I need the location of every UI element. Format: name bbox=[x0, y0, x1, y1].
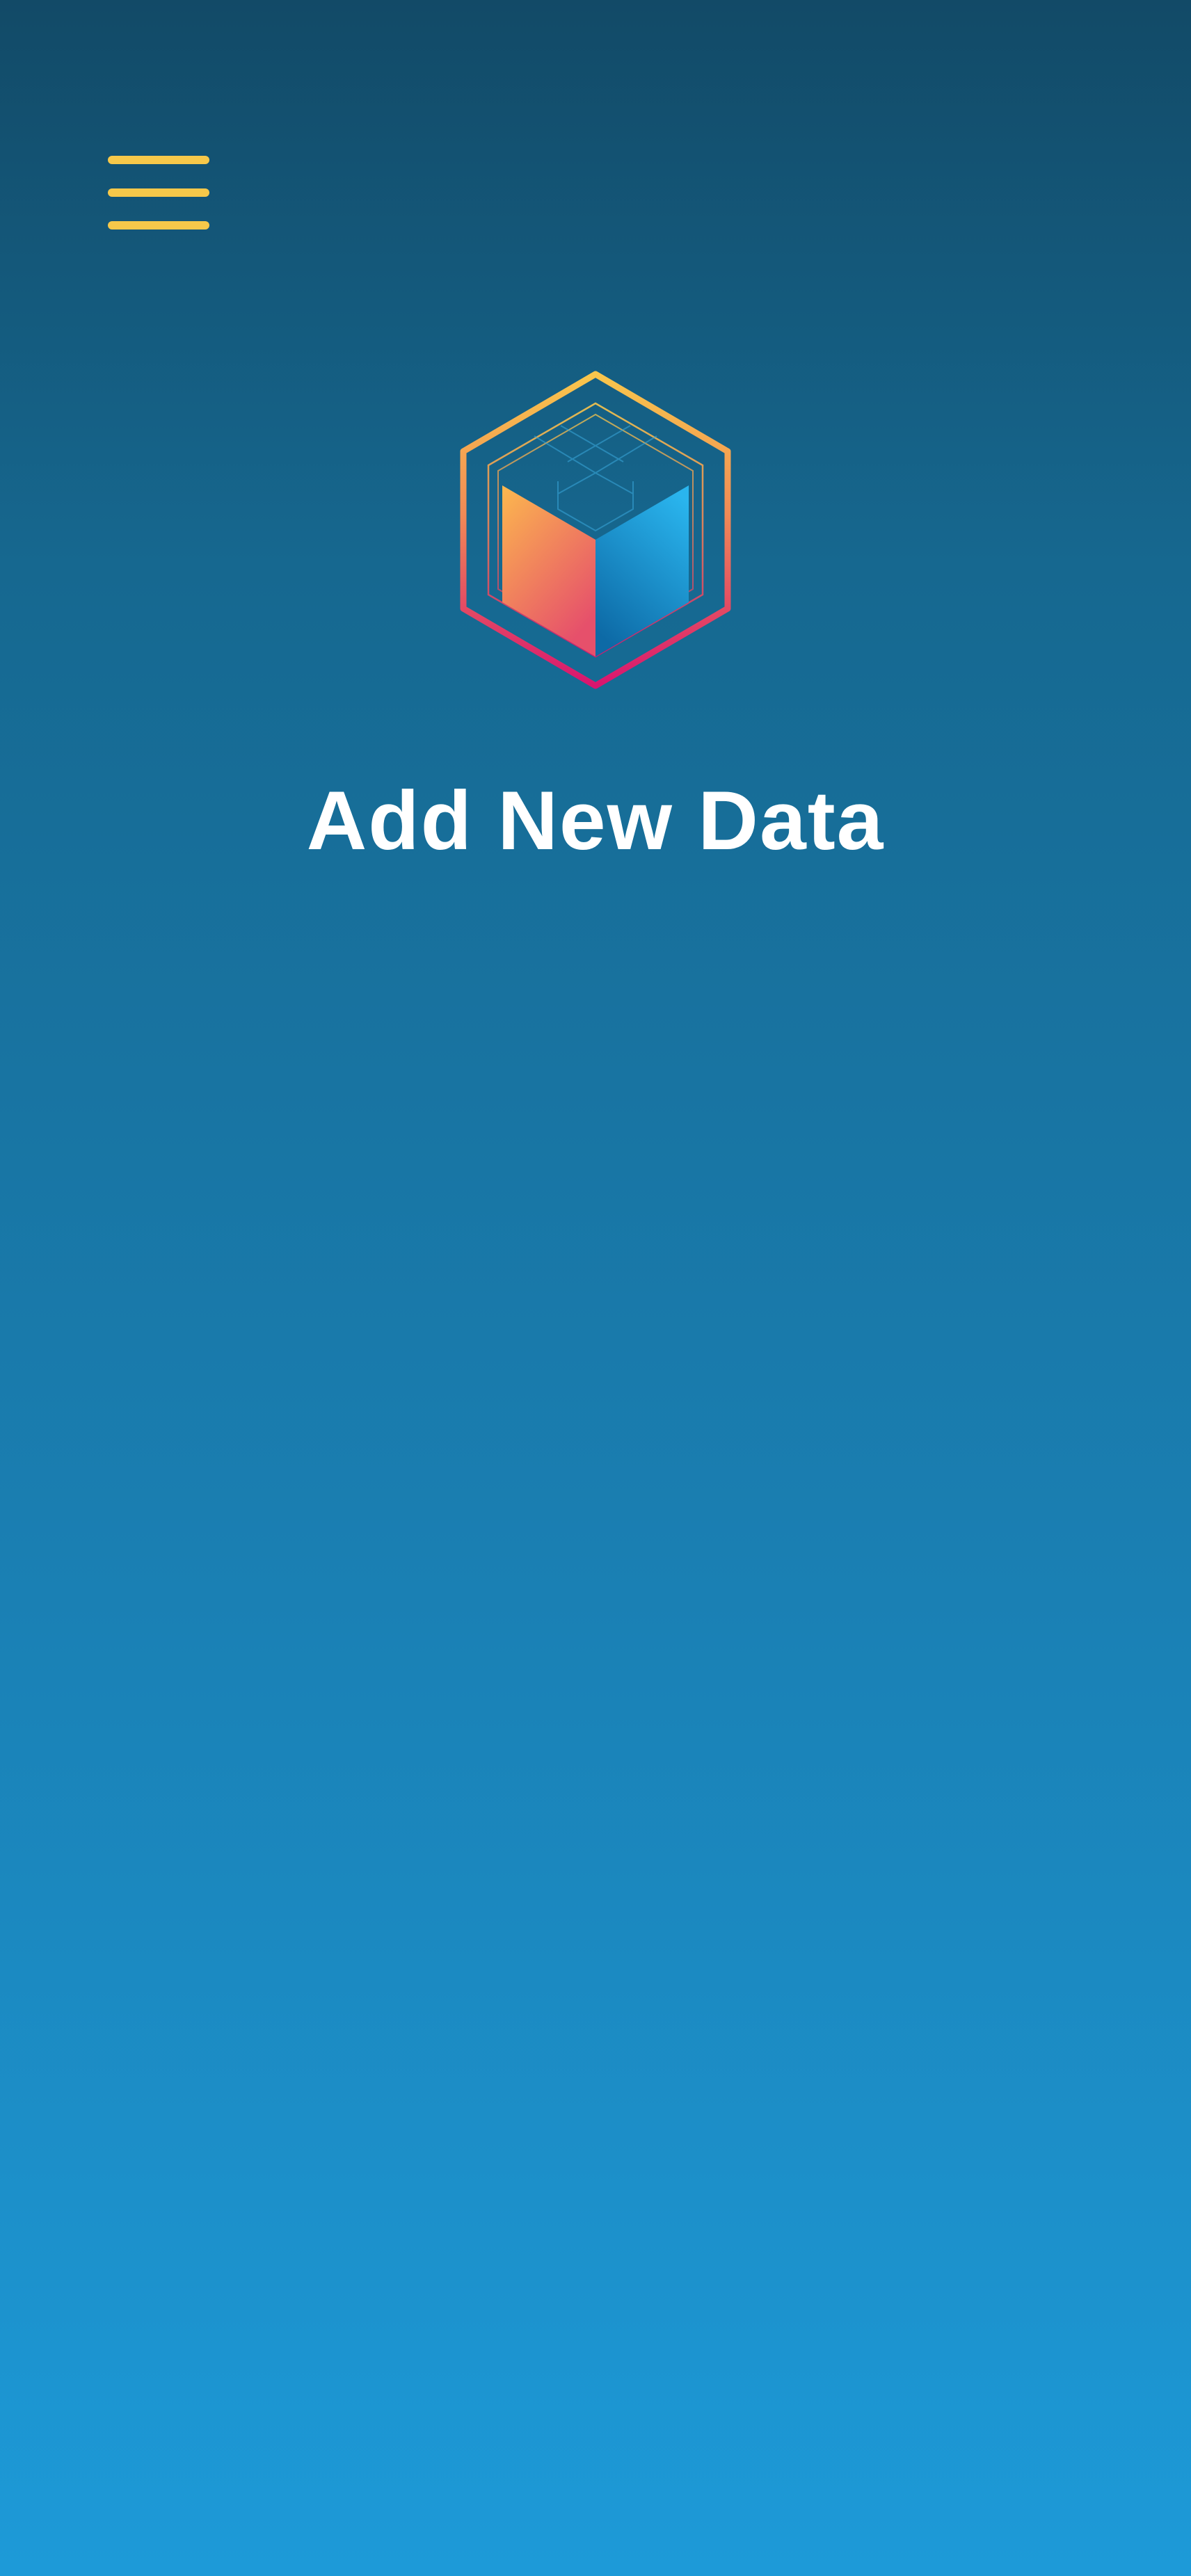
menu-icon-bar-middle bbox=[108, 188, 209, 197]
cube-in-hexagon-icon bbox=[460, 371, 731, 689]
menu-icon-bar-bottom bbox=[108, 221, 209, 230]
app-screen: Add New Data bbox=[0, 0, 1191, 2576]
hamburger-menu-button[interactable] bbox=[104, 150, 213, 235]
page-title: Add New Data bbox=[306, 774, 885, 867]
menu-icon-bar-top bbox=[108, 156, 209, 164]
